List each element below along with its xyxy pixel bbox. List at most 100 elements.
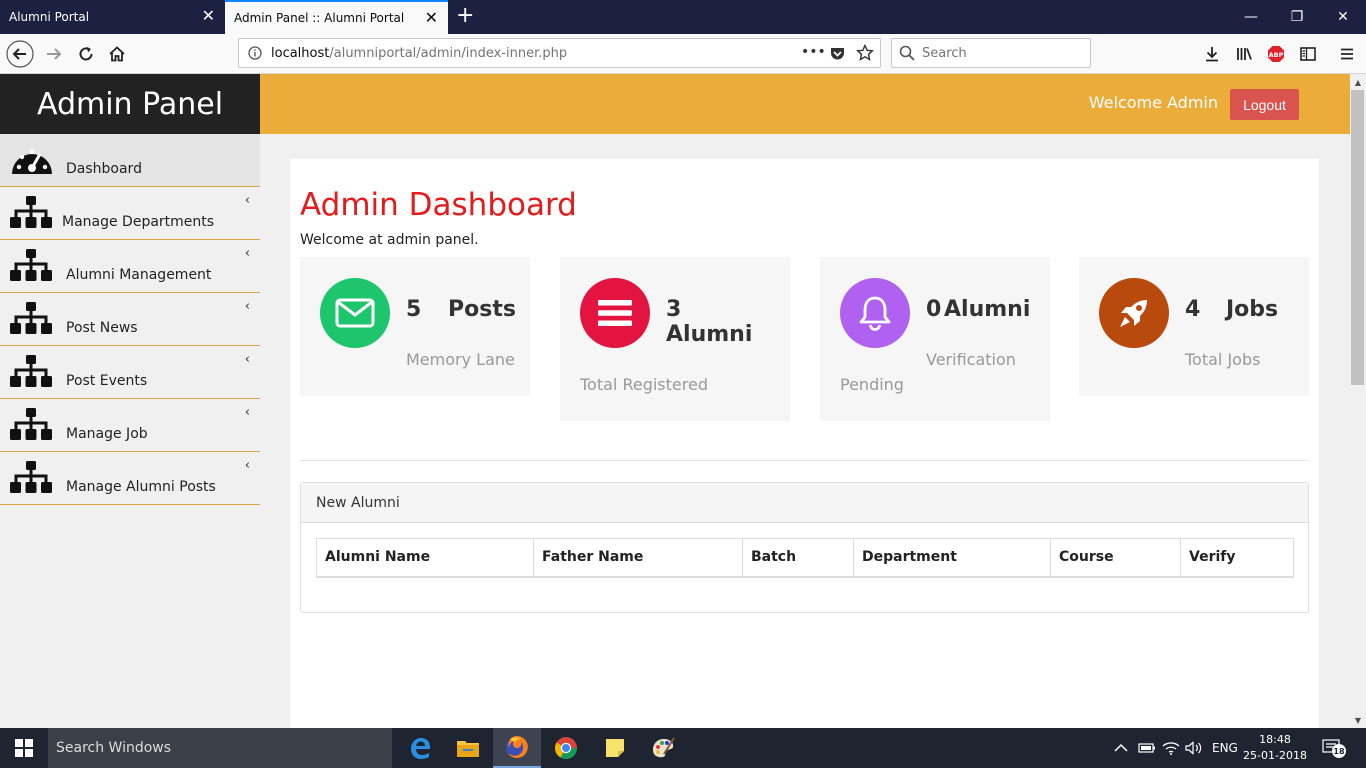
scroll-down-icon[interactable]: ▼	[1350, 712, 1366, 728]
chevron-left-icon: ‹	[244, 299, 250, 314]
stat-label: Total Jobs	[1185, 350, 1261, 369]
language-indicator[interactable]: ENG	[1212, 728, 1238, 768]
divider	[300, 460, 1309, 461]
reload-button[interactable]	[70, 38, 102, 70]
start-button[interactable]	[0, 728, 48, 768]
clock[interactable]: 18:48 25-01-2018	[1240, 732, 1310, 764]
column-header[interactable]: Alumni Name	[316, 538, 534, 578]
sidebar-item-manage-job[interactable]: Manage Job ‹	[0, 399, 260, 452]
sidebar-toggle-icon[interactable]	[1296, 42, 1320, 66]
tab-alumni-portal[interactable]: Alumni Portal ✕	[0, 0, 225, 34]
reload-icon	[79, 47, 93, 61]
bookmark-star-icon[interactable]	[855, 43, 875, 66]
panel-heading: New Alumni	[301, 483, 1308, 523]
sidebar-item-post-news[interactable]: Post News ‹	[0, 293, 260, 346]
taskbar-search[interactable]: Search Windows	[48, 728, 392, 768]
sitemap-icon	[10, 301, 54, 343]
stat-card-posts[interactable]: 5 Posts Memory Lane	[300, 257, 530, 396]
tab-title: Admin Panel :: Alumni Portal	[234, 11, 405, 25]
adblock-icon[interactable]: ABP	[1264, 42, 1288, 66]
scrollbar-thumb[interactable]	[1351, 90, 1364, 385]
restore-button[interactable]: ❐	[1274, 0, 1320, 34]
dashboard-gauge-icon	[10, 142, 54, 182]
clock-time: 18:48	[1259, 733, 1291, 746]
sidebar-item-manage-departments[interactable]: Manage Departments ‹	[0, 187, 260, 240]
sidebar-item-label: Manage Departments	[62, 214, 215, 230]
column-header[interactable]: Verify	[1180, 538, 1294, 578]
firefox-app-icon[interactable]	[493, 728, 541, 768]
windows-taskbar: Search Windows ENG 18:48 25-01-2018 18	[0, 728, 1366, 768]
new-tab-button[interactable]: +	[456, 4, 474, 28]
svg-text:ABP: ABP	[1269, 51, 1284, 59]
stat-label: Total Registered	[580, 375, 708, 394]
column-header[interactable]: Father Name	[533, 538, 743, 578]
stat-card-alumni[interactable]: 3 Alumni Total Registered	[560, 257, 790, 421]
chevron-left-icon: ‹	[244, 352, 250, 367]
pocket-icon[interactable]	[829, 45, 846, 66]
web-page: Admin Panel Welcome Admin Logout Dashboa…	[0, 74, 1350, 728]
site-info-icon[interactable]	[239, 46, 271, 60]
stat-count: 5	[406, 297, 422, 322]
show-hidden-icons-icon[interactable]	[1114, 728, 1128, 768]
tab-close-icon[interactable]: ✕	[202, 8, 215, 24]
sidebar-nav: Dashboard Manage Departments ‹ Alumni Ma…	[0, 134, 260, 728]
home-icon	[109, 46, 125, 62]
sidebar-item-label: Dashboard	[66, 161, 142, 177]
tab-admin-panel[interactable]: Admin Panel :: Alumni Portal ✕	[225, 0, 448, 34]
browser-toolbar: localhost/alumniportal/admin/index-inner…	[0, 34, 1366, 74]
sidebar-item-label: Alumni Management	[66, 267, 212, 283]
edge-app-icon[interactable]	[396, 728, 444, 768]
sticky-notes-icon[interactable]	[591, 728, 639, 768]
file-explorer-icon[interactable]	[444, 728, 492, 768]
url-bar[interactable]: localhost/alumniportal/admin/index-inner…	[238, 38, 881, 68]
column-header[interactable]: Department	[853, 538, 1051, 578]
page-scrollbar[interactable]: ▲ ▼	[1350, 74, 1366, 728]
tab-close-icon[interactable]: ✕	[425, 10, 438, 26]
search-placeholder: Search	[922, 45, 967, 61]
paint-app-icon[interactable]	[639, 728, 687, 768]
close-window-button[interactable]: ✕	[1320, 0, 1366, 34]
column-header[interactable]: Course	[1050, 538, 1181, 578]
scroll-up-icon[interactable]: ▲	[1350, 74, 1366, 90]
admin-panel-brand[interactable]: Admin Panel	[0, 74, 260, 134]
tab-title: Alumni Portal	[9, 10, 90, 24]
stat-card-verification[interactable]: 0 Alumni Verification Pending	[820, 257, 1050, 421]
stat-card-jobs[interactable]: 4 Jobs Total Jobs	[1079, 257, 1309, 396]
sitemap-icon	[10, 354, 54, 396]
sidebar-item-alumni-management[interactable]: Alumni Management ‹	[0, 240, 260, 293]
forward-button[interactable]	[38, 38, 70, 70]
url-host: localhost	[271, 45, 330, 61]
chrome-app-icon[interactable]	[542, 728, 590, 768]
home-button[interactable]	[101, 38, 133, 70]
sidebar-item-dashboard[interactable]: Dashboard	[0, 134, 260, 187]
search-field[interactable]: Search	[891, 38, 1091, 68]
url-path: /alumniportal/admin/index-inner.php	[329, 45, 568, 61]
bell-icon	[840, 278, 910, 348]
sitemap-icon	[10, 407, 54, 449]
action-center-icon[interactable]: 18	[1322, 738, 1346, 758]
chevron-left-icon: ‹	[244, 405, 250, 420]
back-button[interactable]	[4, 38, 36, 70]
envelope-icon	[320, 278, 390, 348]
column-header[interactable]: Batch	[742, 538, 854, 578]
menu-hamburger-icon[interactable]	[1335, 42, 1359, 66]
sidebar-item-manage-alumni-posts[interactable]: Manage Alumni Posts ‹	[0, 452, 260, 505]
stat-count: 3	[666, 297, 682, 322]
forward-arrow-icon	[47, 48, 62, 60]
page-actions-icon[interactable]: •••	[801, 44, 826, 60]
stat-name: Alumni	[666, 322, 753, 347]
logout-button[interactable]: Logout	[1230, 89, 1299, 120]
page-title: Admin Dashboard	[300, 187, 577, 223]
downloads-icon[interactable]	[1200, 42, 1224, 66]
sidebar-item-label: Post News	[66, 320, 138, 336]
stat-name: Jobs	[1226, 297, 1279, 322]
back-arrow-icon	[6, 40, 34, 68]
library-icon[interactable]	[1232, 42, 1256, 66]
minimize-button[interactable]: —	[1228, 0, 1274, 34]
wifi-icon[interactable]	[1162, 728, 1180, 768]
sidebar-item-post-events[interactable]: Post Events ‹	[0, 346, 260, 399]
battery-icon[interactable]	[1138, 728, 1156, 768]
top-header: Welcome Admin Logout	[260, 74, 1350, 134]
sitemap-icon	[10, 460, 54, 502]
volume-icon[interactable]	[1185, 728, 1203, 768]
